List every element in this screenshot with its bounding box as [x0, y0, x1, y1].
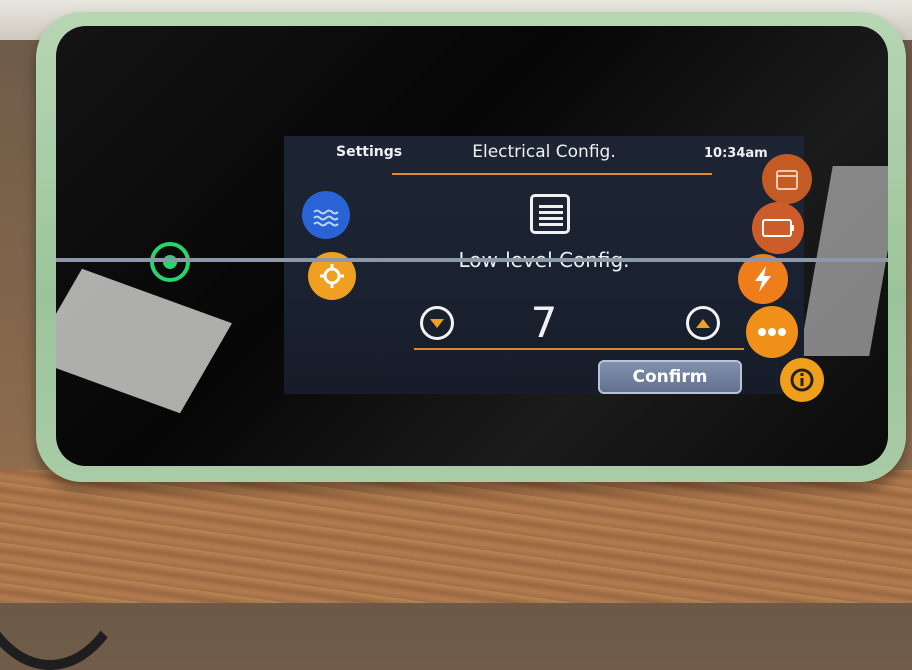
screen-header: Settings Electrical Config. 10:34am — [284, 136, 804, 180]
confirm-button[interactable]: Confirm — [598, 360, 742, 394]
clock: 10:34am — [704, 146, 768, 161]
chevron-up-icon — [696, 318, 710, 328]
display-screen: Settings Electrical Config. 10:34am Low-… — [284, 136, 824, 402]
info-button[interactable] — [780, 358, 824, 402]
config-list-icon — [530, 194, 570, 234]
pool-button[interactable] — [302, 191, 350, 239]
increment-button[interactable] — [686, 306, 720, 340]
info-icon — [790, 368, 814, 392]
pool-icon — [313, 209, 339, 227]
device-glass: Settings Electrical Config. 10:34am Low-… — [56, 26, 888, 466]
glass-reflection — [56, 268, 232, 414]
battery-icon — [762, 219, 794, 237]
battery-button[interactable] — [752, 202, 804, 254]
glass-glare-line — [56, 258, 888, 262]
title-divider — [392, 173, 712, 175]
value-divider — [414, 348, 744, 350]
calendar-icon — [776, 170, 798, 190]
value-stepper: 7 — [284, 296, 804, 347]
device-bezel: Settings Electrical Config. 10:34am Low-… — [36, 12, 906, 482]
power-button[interactable] — [150, 242, 190, 282]
schedule-button[interactable] — [762, 154, 812, 204]
stepper-value: 7 — [530, 298, 558, 347]
